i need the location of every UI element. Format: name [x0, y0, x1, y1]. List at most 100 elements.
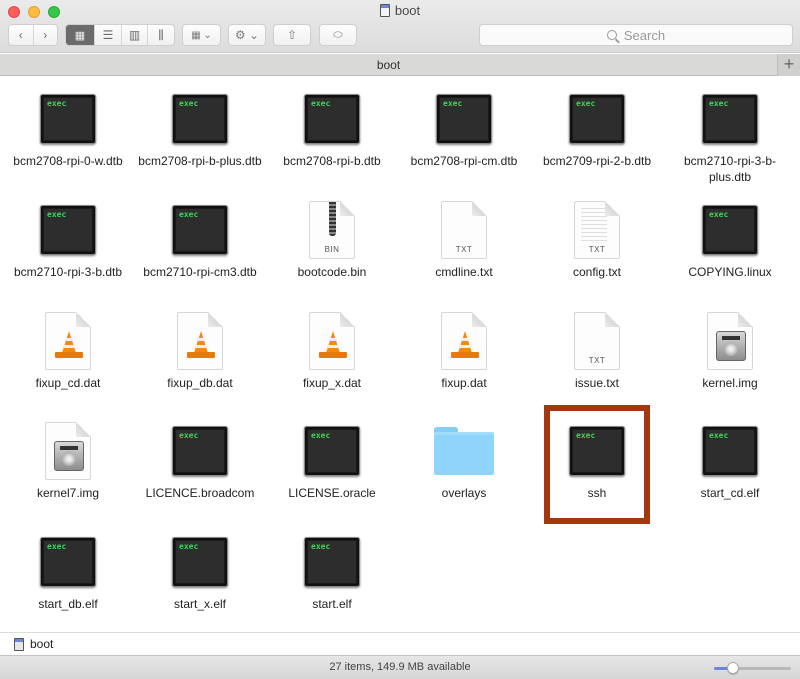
file-icon-wrap: exec	[266, 88, 398, 150]
binary-file-icon: BIN	[309, 201, 355, 259]
file-icon-wrap	[664, 310, 796, 372]
file-item[interactable]: BIN bootcode.bin	[266, 191, 398, 301]
exec-icon: exec	[436, 94, 492, 144]
vlc-cone-icon	[45, 312, 91, 370]
file-icon-wrap: exec	[266, 531, 398, 593]
icon-view-button[interactable]: ▦	[66, 25, 95, 45]
file-icon-wrap	[2, 420, 134, 482]
exec-icon: exec	[702, 205, 758, 255]
back-button[interactable]: ‹	[9, 25, 34, 45]
disk-icon	[379, 4, 390, 17]
file-item[interactable]: fixup_x.dat	[266, 302, 398, 412]
share-button[interactable]: ⇧	[273, 24, 311, 46]
file-item[interactable]: fixup_cd.dat	[2, 302, 134, 412]
tab-boot[interactable]: boot	[0, 54, 777, 76]
file-name: ssh	[587, 486, 607, 500]
file-icon-wrap: BIN	[266, 199, 398, 261]
column-view-icon: ▥	[128, 28, 141, 42]
file-item[interactable]: fixup_db.dat	[134, 302, 266, 412]
file-icon-wrap	[398, 310, 530, 372]
file-item[interactable]: TXT config.txt	[531, 191, 663, 301]
disk-image-icon	[707, 312, 753, 370]
file-item[interactable]: exec bcm2709-rpi-2-b.dtb	[531, 80, 663, 190]
file-item[interactable]: exec bcm2710-rpi-3-b-plus.dtb	[664, 80, 796, 190]
file-item[interactable]: exec start_x.elf	[134, 523, 266, 633]
file-item[interactable]: exec LICENSE.oracle	[266, 412, 398, 522]
tag-icon: ⬭	[333, 28, 343, 41]
file-item[interactable]: fixup.dat	[398, 302, 530, 412]
file-icon-wrap: exec	[134, 199, 266, 261]
file-name: bcm2708-rpi-0-w.dtb	[13, 154, 123, 168]
exec-icon: exec	[304, 426, 360, 476]
search-icon	[606, 30, 617, 40]
file-item[interactable]: exec bcm2708-rpi-b-plus.dtb	[134, 80, 266, 190]
group-by-button[interactable]: ▦ ⌄	[182, 24, 221, 46]
file-name: LICENCE.broadcom	[145, 486, 255, 500]
file-icon-wrap: TXT	[531, 199, 663, 261]
file-icon-wrap: exec	[266, 420, 398, 482]
file-item[interactable]: TXT cmdline.txt	[398, 191, 530, 301]
file-icon-wrap: exec	[664, 88, 796, 150]
chevron-right-icon: ›	[43, 28, 48, 42]
search-field[interactable]: Search	[479, 24, 793, 46]
file-icon-wrap: exec	[398, 88, 530, 150]
file-icon-wrap: exec	[134, 88, 266, 150]
file-item[interactable]: kernel.img	[664, 302, 796, 412]
disk-icon	[14, 637, 24, 651]
file-item[interactable]: exec ssh	[531, 412, 663, 522]
file-name: bcm2710-rpi-3-b-plus.dtb	[683, 154, 777, 184]
file-item[interactable]: exec start_cd.elf	[664, 412, 796, 522]
file-item[interactable]: TXT issue.txt	[531, 302, 663, 412]
file-name: issue.txt	[574, 376, 619, 390]
file-item[interactable]: kernel7.img	[2, 412, 134, 522]
column-view-button[interactable]: ▥	[122, 25, 148, 45]
file-name: start_x.elf	[173, 597, 227, 611]
file-icon-wrap: exec	[664, 199, 796, 261]
file-name: start_cd.elf	[700, 486, 760, 500]
gear-icon: ⚙ ⌄	[234, 28, 260, 42]
file-name: bcm2709-rpi-2-b.dtb	[542, 154, 652, 168]
file-name: bootcode.bin	[297, 265, 367, 279]
path-item-boot[interactable]: boot	[30, 637, 53, 651]
file-item[interactable]: exec start.elf	[266, 523, 398, 633]
icon-size-slider[interactable]	[714, 662, 791, 674]
cover-flow-icon: ⫼	[158, 27, 164, 42]
file-name: cmdline.txt	[435, 265, 493, 279]
file-name: overlays	[441, 486, 487, 500]
file-item[interactable]: exec COPYING.linux	[664, 191, 796, 301]
file-name: config.txt	[572, 265, 622, 279]
vlc-cone-icon	[441, 312, 487, 370]
search-placeholder: Search	[623, 27, 666, 43]
file-icon-wrap: exec	[2, 531, 134, 593]
group-icon: ▦ ⌄	[191, 29, 212, 41]
file-item[interactable]: exec LICENCE.broadcom	[134, 412, 266, 522]
forward-button[interactable]: ›	[34, 25, 58, 45]
file-item[interactable]: exec start_db.elf	[2, 523, 134, 633]
list-view-button[interactable]: ☰	[95, 25, 122, 45]
file-item[interactable]: exec bcm2710-rpi-cm3.dtb	[134, 191, 266, 301]
vlc-cone-icon	[177, 312, 223, 370]
text-file-icon: TXT	[574, 312, 620, 370]
exec-icon: exec	[40, 537, 96, 587]
new-tab-button[interactable]: +	[777, 54, 800, 76]
disk-image-icon	[45, 422, 91, 480]
title-bar: boot ‹ › ▦ ☰ ▥ ⫼ ▦ ⌄ ⚙ ⌄ ⇧ ⬭ Search	[0, 0, 800, 53]
file-item[interactable]: overlays	[398, 412, 530, 522]
file-item[interactable]: exec bcm2708-rpi-b.dtb	[266, 80, 398, 190]
file-name: LICENSE.oracle	[288, 486, 376, 500]
file-name: COPYING.linux	[688, 265, 772, 279]
file-item[interactable]: exec bcm2708-rpi-cm.dtb	[398, 80, 530, 190]
exec-icon: exec	[40, 94, 96, 144]
file-item[interactable]: exec bcm2710-rpi-3-b.dtb	[2, 191, 134, 301]
file-item[interactable]: exec bcm2708-rpi-0-w.dtb	[2, 80, 134, 190]
file-icon-wrap: exec	[2, 199, 134, 261]
exec-icon: exec	[304, 94, 360, 144]
tags-button[interactable]: ⬭	[319, 24, 357, 46]
file-name: bcm2708-rpi-b-plus.dtb	[138, 154, 262, 168]
file-icon-wrap: exec	[134, 531, 266, 593]
action-button[interactable]: ⚙ ⌄	[228, 24, 266, 46]
exec-icon: exec	[569, 426, 625, 476]
cover-flow-button[interactable]: ⫼	[148, 25, 174, 45]
window-title-text: boot	[394, 3, 421, 18]
file-icon-wrap	[134, 310, 266, 372]
